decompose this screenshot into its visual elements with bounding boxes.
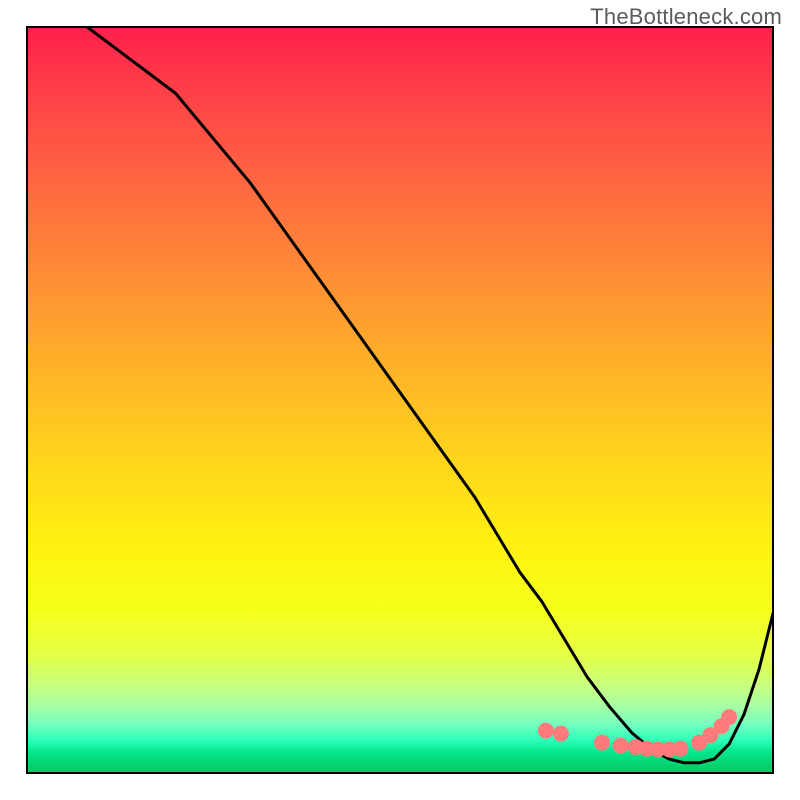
chart-svg [26,26,774,774]
bottleneck-curve [86,26,774,763]
highlight-dot [613,738,629,754]
highlight-dot [673,741,689,757]
highlight-dot [721,709,737,725]
chart-area: TheBottleneck.com [0,0,800,800]
highlight-dot [594,735,610,751]
curve-layer [86,26,774,763]
watermark-text: TheBottleneck.com [590,4,782,30]
highlight-dot [538,723,554,739]
highlight-dot [553,726,569,742]
marker-layer [538,709,737,757]
